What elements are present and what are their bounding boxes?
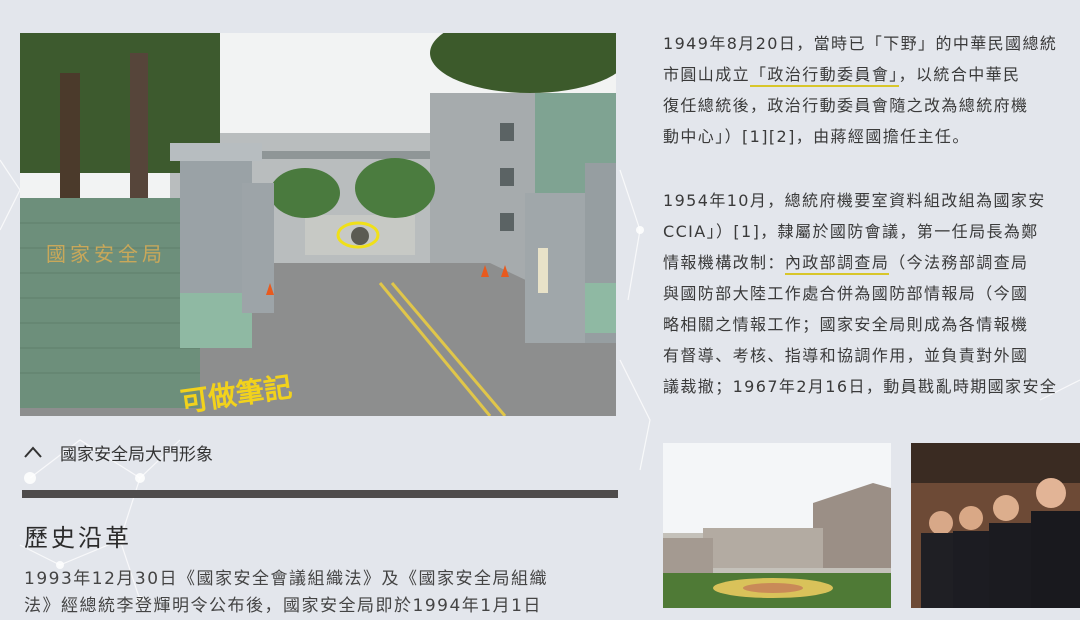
article-line: 議裁撤；1967年2月16日，動員戡亂時期國家安全 bbox=[663, 377, 1058, 396]
history-paragraph: 1993年12月30日《國家安全會議組織法》及《國家安全局組織 法》經總統李登輝… bbox=[24, 566, 624, 620]
article-line: 情報機構改制：內政部調查局（今法務部調查局 bbox=[663, 247, 1080, 278]
article-line: 1949年8月20日，當時已「下野」的中華民國總統 bbox=[663, 34, 1058, 53]
article-line: 市圓山成立「政治行動委員會」，以統合中華民 bbox=[663, 59, 1080, 90]
paragraph-line: 法》經總統李登輝明令公布後，國家安全局即於1994年1月1日 bbox=[24, 596, 542, 616]
highlighted-term: 「政治行動委員會」 bbox=[750, 65, 899, 87]
article-line: 動中心」）[1][2]，由蔣經國擔任主任。 bbox=[663, 127, 970, 146]
caption-text: 國家安全局大門形象 bbox=[60, 444, 213, 465]
article-line: 1954年10月，總統府機要室資料組改組為國家安 bbox=[663, 191, 1046, 210]
article-line: 有督導、考核、指導和協調作用，並負責對外國 bbox=[663, 346, 1029, 365]
paragraph-line: 1993年12月30日《國家安全會議組織法》及《國家安全局組織 bbox=[24, 569, 549, 589]
nsb-gate-photo: 國家安全局 可做筆記 bbox=[20, 33, 616, 416]
section-heading: 歷史沿革 bbox=[24, 524, 132, 552]
section-divider bbox=[22, 490, 618, 498]
agents-training-photo[interactable] bbox=[911, 443, 1080, 608]
building-sign-text: 國家安全局 bbox=[46, 242, 166, 266]
article-line: CCIA」）[1]，隸屬於國防會議，第一任局長為鄭 bbox=[663, 222, 1039, 241]
chevron-up-icon[interactable] bbox=[24, 446, 42, 458]
article-text: 1949年8月20日，當時已「下野」的中華民國總統 市圓山成立「政治行動委員會」… bbox=[663, 28, 1080, 402]
photo-caption: 國家安全局大門形象 bbox=[24, 440, 213, 465]
article-line: 與國防部大陸工作處合併為國防部情報局（今國 bbox=[663, 284, 1029, 303]
highlighted-term: 內政部調查局 bbox=[784, 253, 890, 275]
hq-building-photo[interactable] bbox=[663, 443, 891, 608]
article-line: 略相關之情報工作；國家安全局則成為各情報機 bbox=[663, 315, 1029, 334]
article-line: 復任總統後，政治行動委員會隨之改為總統府機 bbox=[663, 96, 1029, 115]
